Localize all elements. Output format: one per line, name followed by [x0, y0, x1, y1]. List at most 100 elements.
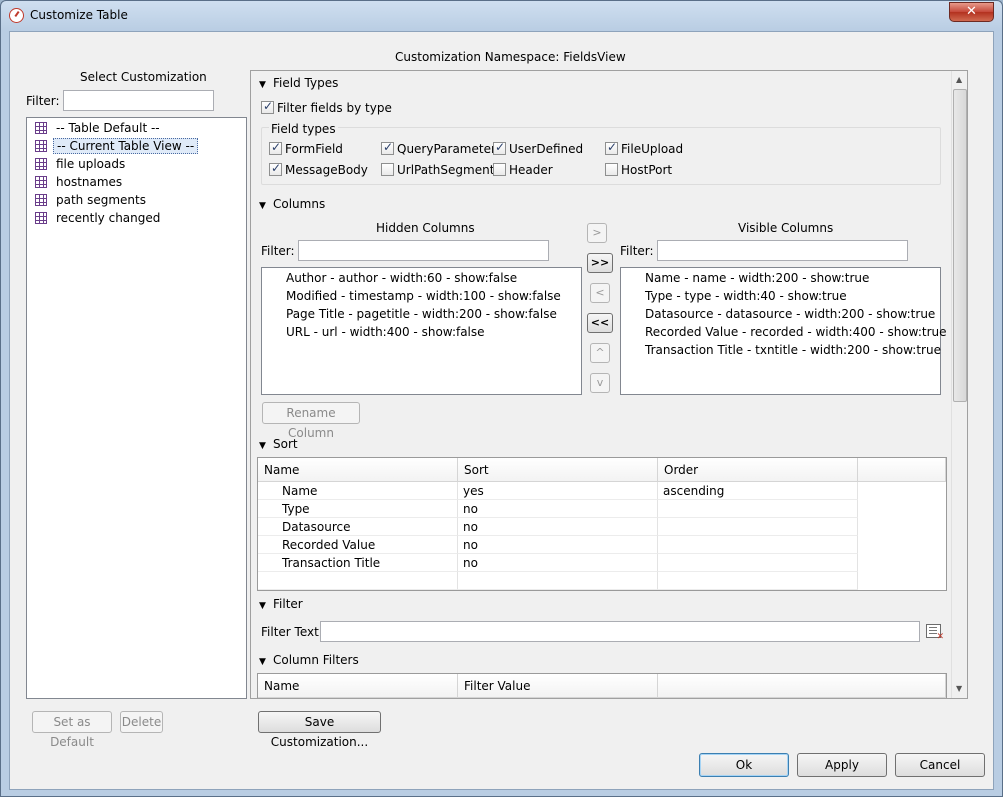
filter-by-type-checkbox[interactable]: [261, 99, 274, 114]
table-grid-icon: [35, 194, 47, 206]
collapse-triangle-icon: ▼: [259, 80, 266, 90]
list-item[interactable]: URL - url - width:400 - show:false: [286, 325, 485, 339]
filter-text-input[interactable]: [320, 621, 920, 642]
filter-by-type-label: Filter fields by type: [277, 101, 392, 115]
move-down-button[interactable]: v: [590, 373, 610, 393]
messagebody-label: MessageBody: [285, 163, 368, 177]
left-filter-input[interactable]: [63, 90, 214, 111]
sort-table[interactable]: Name Sort Order Name yes ascending Type …: [257, 457, 947, 591]
table-cell[interactable]: no: [458, 536, 658, 554]
close-button[interactable]: ✕: [949, 2, 994, 22]
clear-filter-icon[interactable]: [926, 624, 944, 642]
title-bar[interactable]: Customize Table ✕: [1, 1, 1002, 31]
save-customization-button[interactable]: Save Customization...: [258, 711, 381, 749]
table-grid-icon: [35, 212, 47, 224]
move-right-button[interactable]: >: [587, 223, 607, 243]
sort-section-header[interactable]: ▼ Sort: [259, 436, 298, 452]
visible-columns-list[interactable]: Name - name - width:200 - show:true Type…: [620, 267, 947, 395]
table-cell[interactable]: [658, 518, 858, 536]
urlpathsegment-checkbox[interactable]: [381, 163, 394, 176]
window-title: Customize Table: [30, 8, 128, 22]
urlpathsegment-label: UrlPathSegment: [397, 163, 495, 177]
visible-filter-input[interactable]: [657, 240, 908, 261]
list-item[interactable]: Name - name - width:200 - show:true: [645, 271, 869, 285]
tree-item-current-table-view[interactable]: -- Current Table View --: [35, 138, 199, 155]
field-types-section-header[interactable]: ▼ Field Types: [259, 75, 338, 91]
hostport-checkbox[interactable]: [605, 163, 618, 176]
header-label: Header: [509, 163, 553, 177]
visible-columns-title: Visible Columns: [738, 221, 834, 235]
move-all-left-button[interactable]: <<: [587, 313, 613, 333]
list-item[interactable]: Modified - timestamp - width:100 - show:…: [286, 289, 561, 303]
app-icon: [9, 8, 24, 23]
hidden-filter-label: Filter:: [261, 244, 295, 258]
table-cell[interactable]: no: [458, 554, 658, 572]
tree-item-hostnames[interactable]: hostnames: [35, 174, 125, 191]
list-item[interactable]: Author - author - width:60 - show:false: [286, 271, 517, 285]
table-cell[interactable]: no: [458, 518, 658, 536]
table-cell[interactable]: [658, 500, 858, 518]
rename-column-button[interactable]: Rename Column: [262, 402, 360, 440]
fileupload-checkbox[interactable]: [605, 140, 618, 155]
delete-button[interactable]: Delete: [120, 711, 163, 733]
move-left-button[interactable]: <: [590, 283, 610, 303]
column-filters-section-header[interactable]: ▼ Column Filters: [259, 652, 359, 668]
table-cell: [658, 572, 858, 590]
table-cell[interactable]: [658, 554, 858, 572]
table-cell[interactable]: [658, 536, 858, 554]
column-filter-value-header[interactable]: Filter Value: [458, 674, 658, 698]
formfield-label: FormField: [285, 142, 343, 156]
tree-item-table-default[interactable]: -- Table Default --: [35, 120, 163, 137]
table-cell[interactable]: Datasource: [258, 518, 458, 536]
table-grid-icon: [35, 122, 47, 134]
list-item[interactable]: Transaction Title - txntitle - width:200…: [645, 343, 941, 357]
scrollbar-thumb[interactable]: [953, 89, 967, 402]
customization-tree[interactable]: -- Table Default -- -- Current Table Vie…: [26, 117, 247, 699]
table-cell[interactable]: Type: [258, 500, 458, 518]
table-cell[interactable]: yes: [458, 482, 658, 500]
move-all-right-button[interactable]: >>: [587, 253, 613, 273]
column-filter-name-header[interactable]: Name: [258, 674, 458, 698]
dialog-content: Customization Namespace: FieldsView Sele…: [9, 31, 994, 790]
field-types-group-label: Field types: [269, 122, 338, 136]
formfield-checkbox[interactable]: [269, 140, 282, 155]
sort-col-empty-header: [858, 458, 946, 482]
column-filters-table[interactable]: Name Filter Value: [257, 673, 947, 698]
table-grid-icon: [35, 158, 47, 170]
table-cell[interactable]: Name: [258, 482, 458, 500]
filter-text-label: Filter Text:: [261, 625, 323, 639]
hidden-columns-list[interactable]: Author - author - width:60 - show:false …: [261, 267, 582, 395]
columns-section-header[interactable]: ▼ Columns: [259, 196, 325, 212]
tree-item-recently-changed[interactable]: recently changed: [35, 210, 163, 227]
cancel-button[interactable]: Cancel: [895, 753, 985, 777]
messagebody-checkbox[interactable]: [269, 161, 282, 176]
move-up-button[interactable]: ^: [590, 343, 610, 363]
userdefined-checkbox[interactable]: [493, 140, 506, 155]
table-cell[interactable]: no: [458, 500, 658, 518]
list-item[interactable]: Type - type - width:40 - show:true: [645, 289, 847, 303]
apply-button[interactable]: Apply: [797, 753, 887, 777]
set-as-default-button[interactable]: Set as Default: [32, 711, 112, 749]
table-grid-icon: [35, 140, 47, 152]
panel-scrollbar[interactable]: ▲ ▼: [951, 71, 967, 698]
hidden-filter-input[interactable]: [298, 240, 549, 261]
sort-col-order-header[interactable]: Order: [658, 458, 858, 482]
sort-col-sort-header[interactable]: Sort: [458, 458, 658, 482]
ok-button[interactable]: Ok: [699, 753, 789, 777]
tree-item-path-segments[interactable]: path segments: [35, 192, 149, 209]
table-cell[interactable]: ascending: [658, 482, 858, 500]
list-item[interactable]: Page Title - pagetitle - width:200 - sho…: [286, 307, 557, 321]
table-grid-icon: [35, 176, 47, 188]
queryparameter-checkbox[interactable]: [381, 140, 394, 155]
sort-col-name-header[interactable]: Name: [258, 458, 458, 482]
filter-section-header[interactable]: ▼ Filter: [259, 596, 303, 612]
list-item[interactable]: Recorded Value - recorded - width:400 - …: [645, 325, 947, 339]
table-cell[interactable]: Transaction Title: [258, 554, 458, 572]
scroll-down-arrow-icon[interactable]: ▼: [956, 684, 962, 693]
scroll-up-arrow-icon[interactable]: ▲: [956, 75, 962, 84]
header-checkbox[interactable]: [493, 163, 506, 176]
tree-item-file-uploads[interactable]: file uploads: [35, 156, 128, 173]
table-cell[interactable]: Recorded Value: [258, 536, 458, 554]
list-item[interactable]: Datasource - datasource - width:200 - sh…: [645, 307, 935, 321]
hidden-columns-title: Hidden Columns: [376, 221, 475, 235]
